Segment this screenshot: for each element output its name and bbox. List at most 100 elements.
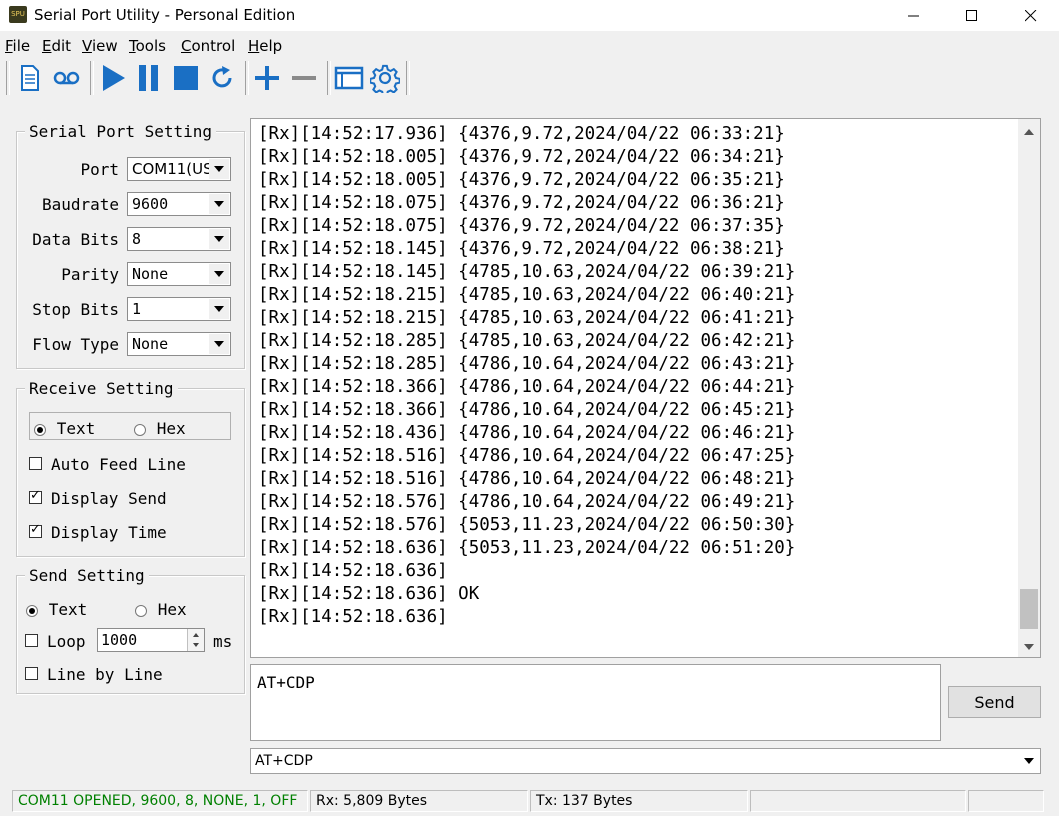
pause-icon [139, 65, 158, 91]
window-title: Serial Port Utility - Personal Edition [34, 6, 296, 24]
receive-hex-radio[interactable]: Hex [134, 419, 186, 438]
receive-line: [Rx][14:52:18.285] {4785,10.63,2024/04/2… [258, 331, 796, 351]
send-button[interactable]: Send [948, 686, 1041, 718]
menu-bar: File Edit View Tools Control Help [0, 33, 1059, 57]
add-button[interactable] [251, 60, 283, 96]
checkbox-icon [29, 522, 42, 538]
status-panel-empty [750, 790, 966, 812]
chevron-down-icon [209, 299, 229, 319]
send-hex-radio[interactable]: Hex [135, 600, 187, 619]
menu-control[interactable]: Control [181, 37, 235, 55]
port-select[interactable]: COM11(US [127, 157, 231, 181]
checkbox-icon [29, 457, 42, 470]
menu-edit[interactable]: Edit [42, 37, 71, 55]
minimize-icon [908, 15, 919, 16]
status-bar: COM11 OPENED, 9600, 8, NONE, 1, OFF Rx: … [0, 788, 1059, 816]
flow-type-select[interactable]: None [127, 332, 231, 356]
chevron-down-icon [209, 159, 229, 179]
toolbar [0, 58, 1059, 98]
receive-line: [Rx][14:52:18.005] {4376,9.72,2024/04/22… [258, 170, 785, 190]
receive-line: [Rx][14:52:18.145] {4376,9.72,2024/04/22… [258, 239, 785, 259]
receive-setting-group: Receive Setting Text Hex Auto Feed Line … [16, 379, 245, 557]
stop-bits-select[interactable]: 1 [127, 297, 231, 321]
radio-icon [34, 423, 46, 436]
receive-text-area[interactable]: [Rx][14:52:17.936] {4376,9.72,2024/04/22… [250, 118, 1041, 658]
send-setting-group: Send Setting Text Hex Loop 1000 ms Line … [16, 566, 245, 694]
baudrate-select[interactable]: 9600 [127, 192, 231, 216]
radio-icon [26, 604, 38, 617]
record-button[interactable] [51, 60, 83, 96]
status-rx-bytes: Rx: 5,809 Bytes [310, 790, 528, 812]
maximize-button[interactable] [949, 0, 995, 31]
data-bits-select[interactable]: 8 [127, 227, 231, 251]
receive-text-radio[interactable]: Text [34, 419, 95, 438]
receive-line: [Rx][14:52:18.366] {4786,10.64,2024/04/2… [258, 400, 796, 420]
menu-view[interactable]: View [82, 37, 118, 55]
receive-line: [Rx][14:52:18.145] {4785,10.63,2024/04/2… [258, 262, 796, 282]
parity-label: Parity [61, 265, 119, 284]
checkbox-icon [25, 634, 38, 647]
pause-button[interactable] [133, 60, 165, 96]
send-setting-title: Send Setting [25, 566, 149, 585]
parity-select[interactable]: None [127, 262, 231, 286]
receive-scrollbar[interactable] [1018, 119, 1040, 657]
send-text-area[interactable]: AT+CDP [250, 664, 941, 741]
new-document-button[interactable] [14, 60, 46, 96]
toolbar-separator [245, 61, 249, 95]
stop-icon [174, 66, 198, 90]
data-bits-label: Data Bits [32, 230, 119, 249]
receive-line: [Rx][14:52:18.075] {4376,9.72,2024/04/22… [258, 216, 785, 236]
receive-line: [Rx][14:52:18.366] {4786,10.64,2024/04/2… [258, 377, 796, 397]
scroll-down-arrow[interactable] [1021, 639, 1037, 657]
menu-tools[interactable]: Tools [129, 37, 166, 55]
scroll-up-arrow[interactable] [1021, 124, 1037, 142]
serial-port-setting-title: Serial Port Setting [25, 122, 217, 141]
toolbar-separator [406, 61, 410, 95]
close-icon [1025, 9, 1037, 21]
settings-button[interactable] [369, 60, 401, 96]
flow-type-label: Flow Type [32, 335, 119, 354]
record-icon [53, 71, 80, 85]
loop-interval-spinbox[interactable]: 1000 [97, 628, 205, 652]
refresh-icon [212, 66, 232, 88]
stop-bits-label: Stop Bits [32, 300, 119, 319]
minimize-button[interactable] [891, 0, 937, 31]
send-history-select[interactable]: AT+CDP [250, 748, 1041, 774]
send-text-radio[interactable]: Text [26, 600, 87, 619]
window-button[interactable] [333, 60, 365, 96]
receive-line: [Rx][14:52:18.576] {4786,10.64,2024/04/2… [258, 492, 796, 512]
port-label: Port [80, 160, 119, 179]
receive-line: [Rx][14:52:18.516] {4786,10.64,2024/04/2… [258, 469, 796, 489]
receive-log: [Rx][14:52:17.936] {4376,9.72,2024/04/22… [258, 123, 795, 629]
chevron-down-icon [209, 334, 229, 354]
checkbox-icon [29, 488, 42, 504]
receive-line: [Rx][14:52:18.285] {4786,10.64,2024/04/2… [258, 354, 796, 374]
refresh-button[interactable] [206, 60, 238, 96]
menu-help[interactable]: Help [248, 37, 282, 55]
radio-icon [134, 423, 146, 436]
receive-line: [Rx][14:52:18.005] {4376,9.72,2024/04/22… [258, 147, 785, 167]
spin-arrows-icon [193, 633, 199, 647]
close-button[interactable] [1008, 0, 1054, 31]
scroll-thumb[interactable] [1020, 589, 1038, 629]
app-icon: SPU [9, 6, 27, 23]
spin-buttons[interactable] [187, 629, 204, 651]
remove-button[interactable] [288, 60, 320, 96]
receive-line: [Rx][14:52:18.436] {4786,10.64,2024/04/2… [258, 423, 796, 443]
status-connection: COM11 OPENED, 9600, 8, NONE, 1, OFF [12, 790, 308, 812]
receive-line: [Rx][14:52:17.936] {4376,9.72,2024/04/22… [258, 124, 785, 144]
status-panel-empty [968, 790, 1044, 812]
toolbar-separator [90, 61, 94, 95]
chevron-down-icon [209, 229, 229, 249]
stop-button[interactable] [170, 60, 202, 96]
receive-line: [Rx][14:52:18.576] {5053,11.23,2024/04/2… [258, 515, 796, 535]
serial-port-setting-group: Serial Port Setting Port COM11(US Baudra… [16, 122, 245, 369]
receive-line: [Rx][14:52:18.636] [258, 607, 448, 627]
toolbar-separator [327, 61, 331, 95]
chevron-down-icon [1024, 644, 1034, 650]
radio-icon [135, 604, 147, 617]
play-icon [103, 65, 125, 91]
status-tx-bytes: Tx: 137 Bytes [530, 790, 748, 812]
start-button[interactable] [97, 60, 129, 96]
menu-file[interactable]: File [5, 37, 30, 55]
